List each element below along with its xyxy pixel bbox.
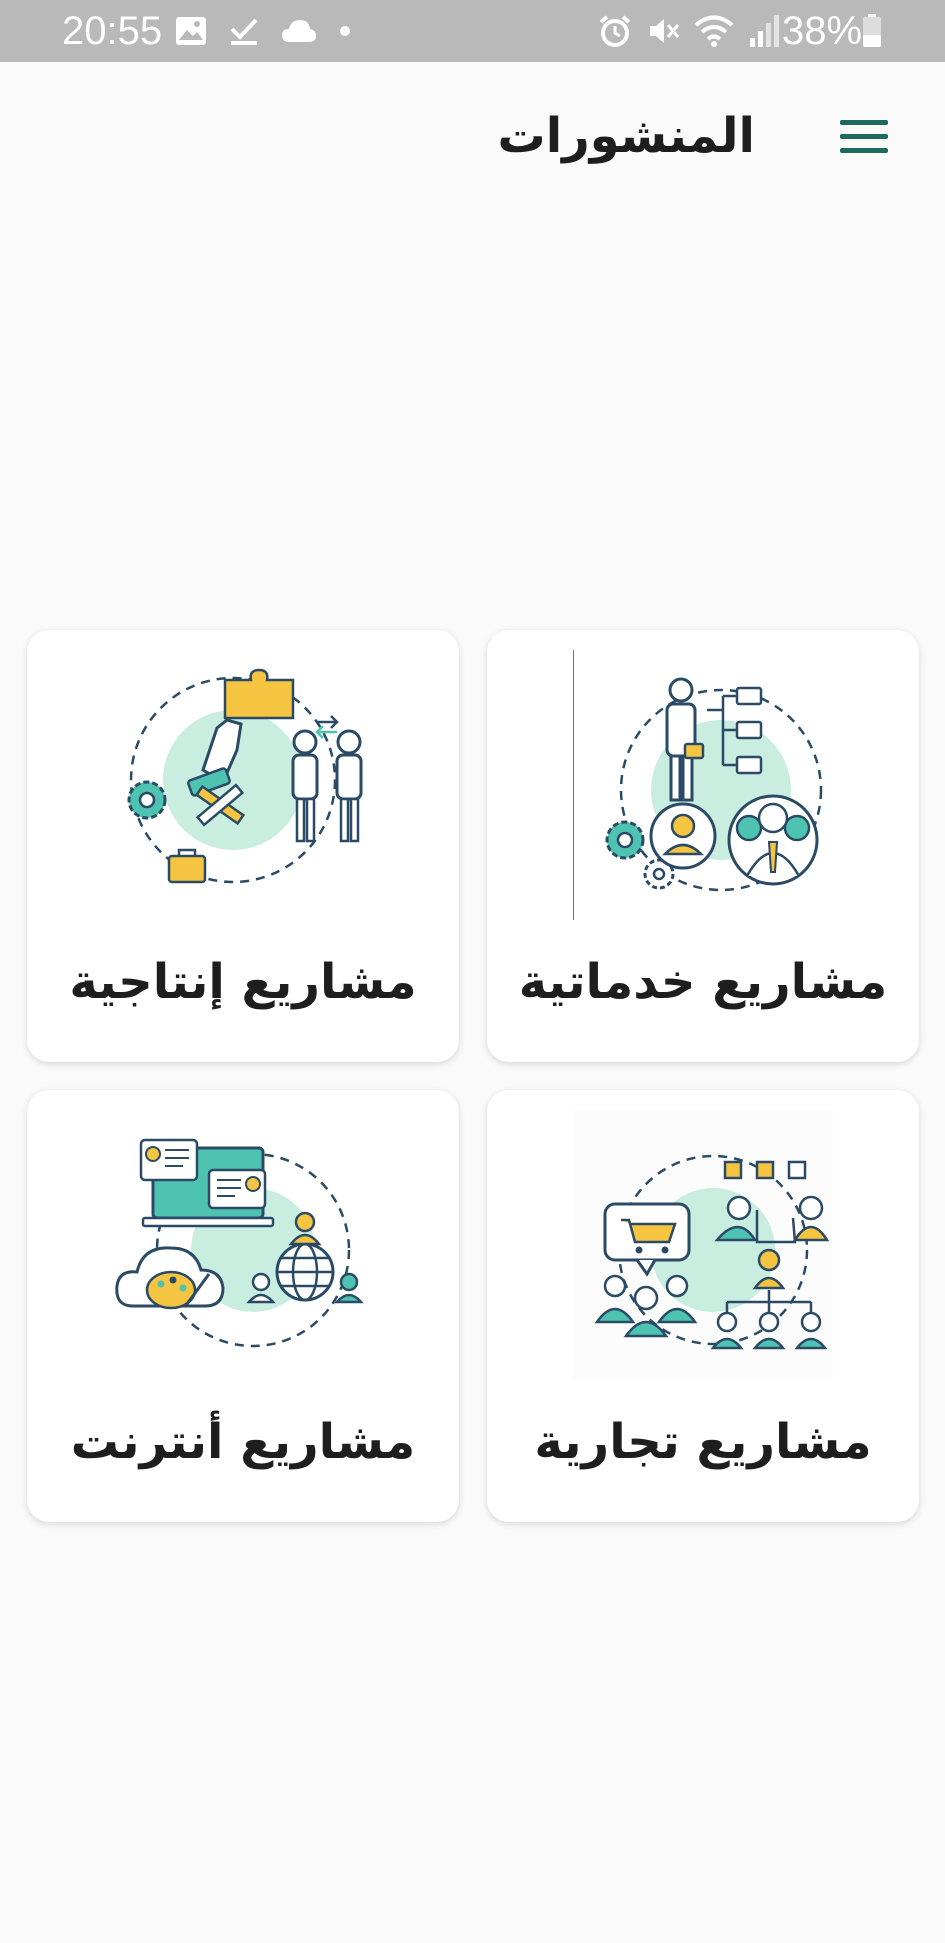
cloud-icon <box>282 20 316 42</box>
wifi-icon <box>694 15 734 47</box>
status-right-icons <box>598 12 780 50</box>
status-bar: 20:55 38% <box>0 0 945 62</box>
signal-icon <box>750 15 779 47</box>
mute-icon <box>650 19 680 43</box>
category-card-services[interactable]: مشاريع خدماتية <box>487 630 919 1062</box>
menu-icon-line <box>840 119 888 125</box>
commercial-illustration <box>573 1110 833 1380</box>
alarm-icon <box>599 15 631 47</box>
category-label: مشاريع خدماتية <box>518 954 888 1010</box>
gallery-icon <box>176 17 206 45</box>
category-card-production[interactable]: مشاريع إنتاجية <box>27 630 459 1062</box>
checkmark-icon <box>230 18 258 45</box>
category-label: مشاريع أنترنت <box>70 1414 416 1470</box>
menu-icon-line <box>840 147 888 153</box>
internet-illustration <box>115 1138 364 1348</box>
battery-percentage: 38% <box>782 9 863 53</box>
battery-icon <box>863 14 881 47</box>
services-illustration <box>573 650 823 920</box>
menu-icon-line <box>840 133 888 139</box>
dot-icon <box>340 26 350 36</box>
category-card-internet[interactable]: مشاريع أنترنت <box>27 1090 459 1522</box>
menu-button[interactable] <box>840 110 902 162</box>
production-illustration <box>127 668 363 884</box>
screen: 20:55 38% المنشورات مشاريع خدماتية مشاري… <box>0 0 945 1943</box>
category-card-commercial[interactable]: مشاريع تجارية <box>487 1090 919 1522</box>
category-label: مشاريع تجارية <box>534 1414 872 1470</box>
category-label: مشاريع إنتاجية <box>69 954 417 1010</box>
status-left-icons <box>175 14 351 48</box>
page-title: المنشورات <box>497 108 755 164</box>
status-time: 20:55 <box>62 9 163 53</box>
